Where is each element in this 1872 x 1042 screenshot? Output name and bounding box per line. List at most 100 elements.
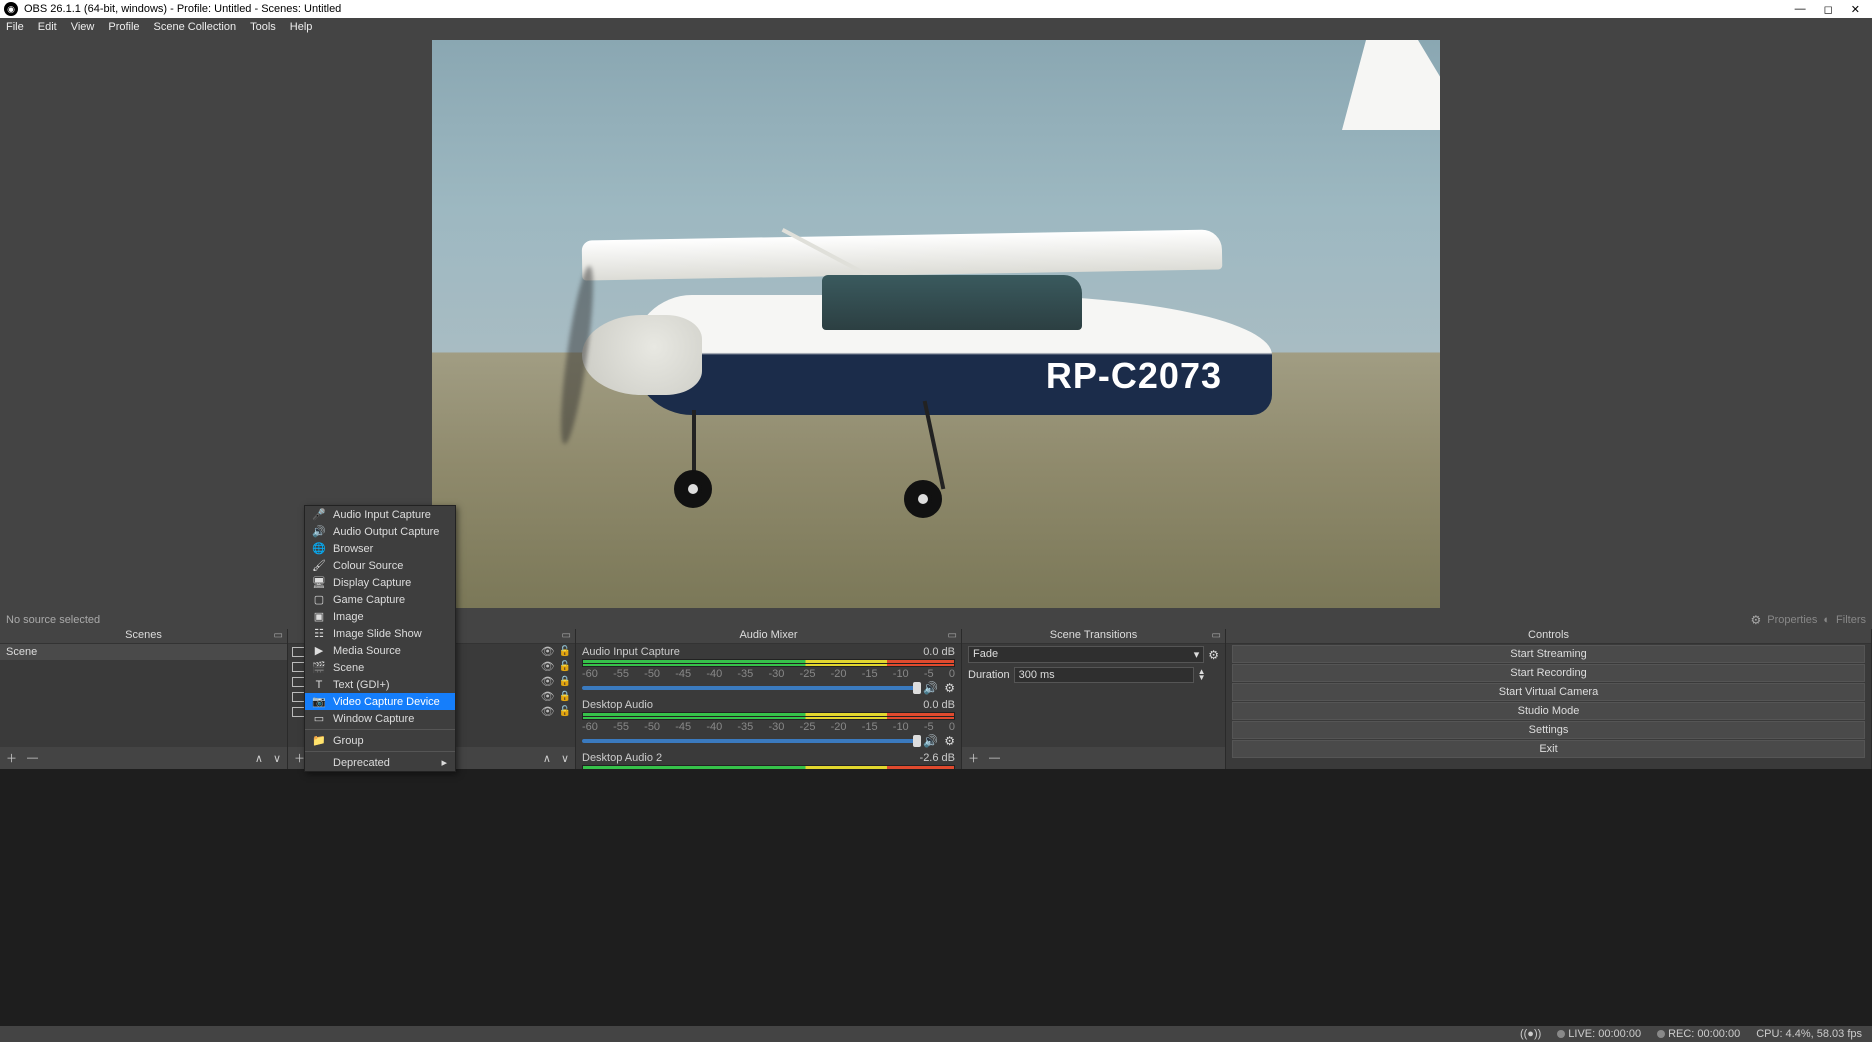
transitions-title: Scene Transitions [1050, 629, 1137, 641]
menu-file[interactable]: File [6, 21, 24, 33]
preview-canvas[interactable]: RP-C2073 [432, 40, 1440, 608]
visibility-icon[interactable] [541, 675, 555, 688]
channel-name: Desktop Audio 2 [582, 752, 662, 764]
ctx-image[interactable]: ▣Image [305, 608, 455, 625]
duration-spinner[interactable]: ▲▼ [1198, 669, 1206, 681]
channel-name: Audio Input Capture [582, 646, 680, 658]
ctx-colour-source[interactable]: 🖌Colour Source [305, 557, 455, 574]
transitions-dock: Scene Transitions▭ Fade▾ Duration 300 ms… [962, 629, 1226, 769]
scene-down-button[interactable]: ∨ [273, 752, 281, 765]
channel-settings-icon[interactable] [944, 681, 955, 695]
undock-icon[interactable]: ▭ [1212, 630, 1221, 641]
start-recording-button[interactable]: Start Recording [1232, 664, 1865, 682]
remove-scene-button[interactable]: — [27, 752, 38, 764]
folder-icon: 📁 [313, 735, 325, 747]
speaker-icon[interactable] [923, 681, 938, 695]
ctx-label: Text (GDI+) [333, 679, 390, 691]
remove-transition-button[interactable]: — [989, 752, 1000, 764]
rec-dot-icon [1657, 1030, 1665, 1038]
start-virtual-camera-button[interactable]: Start Virtual Camera [1232, 683, 1865, 701]
source-toolbar: No source selected Properties ◐ Filters [0, 611, 1872, 629]
scene-item[interactable]: Scene [0, 644, 287, 660]
ctx-label: Audio Input Capture [333, 509, 431, 521]
channel-db: 0.0 dB [923, 646, 955, 658]
lock-icon[interactable] [559, 660, 571, 673]
add-transition-button[interactable]: ＋ [968, 750, 979, 766]
transition-select[interactable]: Fade▾ [968, 646, 1204, 663]
live-status: LIVE: 00:00:00 [1568, 1028, 1641, 1040]
ctx-text-gdi-[interactable]: T Text (GDI+) [305, 676, 455, 693]
menu-help[interactable]: Help [290, 21, 313, 33]
ctx-audio-input-capture[interactable]: 🎤Audio Input Capture [305, 506, 455, 523]
scene-up-button[interactable]: ∧ [255, 752, 263, 765]
ctx-media-source[interactable]: ▶Media Source [305, 642, 455, 659]
lock-icon[interactable] [559, 645, 571, 658]
lock-icon[interactable] [559, 690, 571, 703]
source-up-button[interactable]: ∧ [543, 752, 551, 765]
level-meter [582, 712, 955, 720]
titlebar: ◉ OBS 26.1.1 (64-bit, windows) - Profile… [0, 0, 1872, 18]
pad-icon: ▢ [313, 594, 325, 606]
scenes-dock: Scenes ▭ Scene ＋ — ∧ ∨ [0, 629, 288, 769]
menu-edit[interactable]: Edit [38, 21, 57, 33]
lock-icon[interactable] [559, 705, 571, 718]
ctx-audio-output-capture[interactable]: 🔊Audio Output Capture [305, 523, 455, 540]
visibility-icon[interactable] [541, 705, 555, 718]
ctx-game-capture[interactable]: ▢ Game Capture [305, 591, 455, 608]
undock-icon[interactable]: ▭ [274, 630, 283, 641]
source-down-button[interactable]: ∨ [561, 752, 569, 765]
ctx-label: Window Capture [333, 713, 414, 725]
undock-icon[interactable]: ▭ [948, 630, 957, 641]
properties-button[interactable]: Properties [1767, 614, 1817, 626]
visibility-icon[interactable] [541, 645, 555, 658]
ctx-label: Image Slide Show [333, 628, 422, 640]
ctx-browser[interactable]: 🌐Browser [305, 540, 455, 557]
ctx-label: Game Capture [333, 594, 405, 606]
menu-view[interactable]: View [71, 21, 95, 33]
ctx-display-capture[interactable]: 🖥Display Capture [305, 574, 455, 591]
separator [305, 729, 455, 730]
preview-area[interactable]: RP-C2073 [0, 36, 1872, 611]
visibility-icon[interactable] [541, 690, 555, 703]
volume-slider[interactable] [582, 739, 917, 743]
ctx-image-slide-show[interactable]: ☷ Image Slide Show [305, 625, 455, 642]
ctx-video-capture-device[interactable]: 📷Video Capture Device [305, 693, 455, 710]
speaker-icon[interactable] [923, 734, 938, 748]
obs-logo-icon: ◉ [4, 2, 18, 16]
ctx-scene[interactable]: 🎬Scene [305, 659, 455, 676]
channel-settings-icon[interactable] [944, 734, 955, 748]
meter-ticks: -60-55-50-45-40-35-30-25-20-15-10-50 [582, 721, 955, 733]
T-icon: T [313, 679, 325, 691]
filters-button[interactable]: Filters [1836, 614, 1866, 626]
start-streaming-button[interactable]: Start Streaming [1232, 645, 1865, 663]
lock-icon[interactable] [559, 675, 571, 688]
minimize-button[interactable]: — [1795, 3, 1806, 16]
img-icon: ▣ [313, 611, 325, 623]
cam-icon: 📷 [313, 696, 325, 708]
brush-icon: 🖌 [313, 560, 325, 572]
ctx-label: Display Capture [333, 577, 411, 589]
settings-button[interactable]: Settings [1232, 721, 1865, 739]
volume-slider[interactable] [582, 686, 917, 690]
undock-icon[interactable]: ▭ [562, 630, 571, 641]
close-button[interactable]: ✕ [1851, 3, 1860, 16]
broadcast-icon: ((●)) [1520, 1028, 1541, 1040]
duration-input[interactable]: 300 ms [1014, 667, 1194, 683]
slides-icon: ☷ [313, 628, 325, 640]
menu-scene-collection[interactable]: Scene Collection [154, 21, 237, 33]
transition-settings-button[interactable] [1208, 648, 1219, 662]
visibility-icon[interactable] [541, 660, 555, 673]
ctx-window-capture[interactable]: ▭Window Capture [305, 710, 455, 727]
studio-mode-button[interactable]: Studio Mode [1232, 702, 1865, 720]
add-scene-button[interactable]: ＋ [6, 750, 17, 766]
menu-profile[interactable]: Profile [108, 21, 139, 33]
add-source-context-menu: 🎤Audio Input Capture🔊Audio Output Captur… [304, 505, 456, 772]
maximize-button[interactable]: ◻ [1824, 3, 1833, 16]
clap-icon: 🎬 [313, 662, 325, 674]
menu-tools[interactable]: Tools [250, 21, 276, 33]
ctx-deprecated[interactable]: Deprecated▸ [305, 754, 455, 771]
ctx-group[interactable]: 📁Group [305, 732, 455, 749]
scenes-title: Scenes [125, 629, 162, 641]
exit-button[interactable]: Exit [1232, 740, 1865, 758]
rec-status: REC: 00:00:00 [1668, 1028, 1740, 1040]
